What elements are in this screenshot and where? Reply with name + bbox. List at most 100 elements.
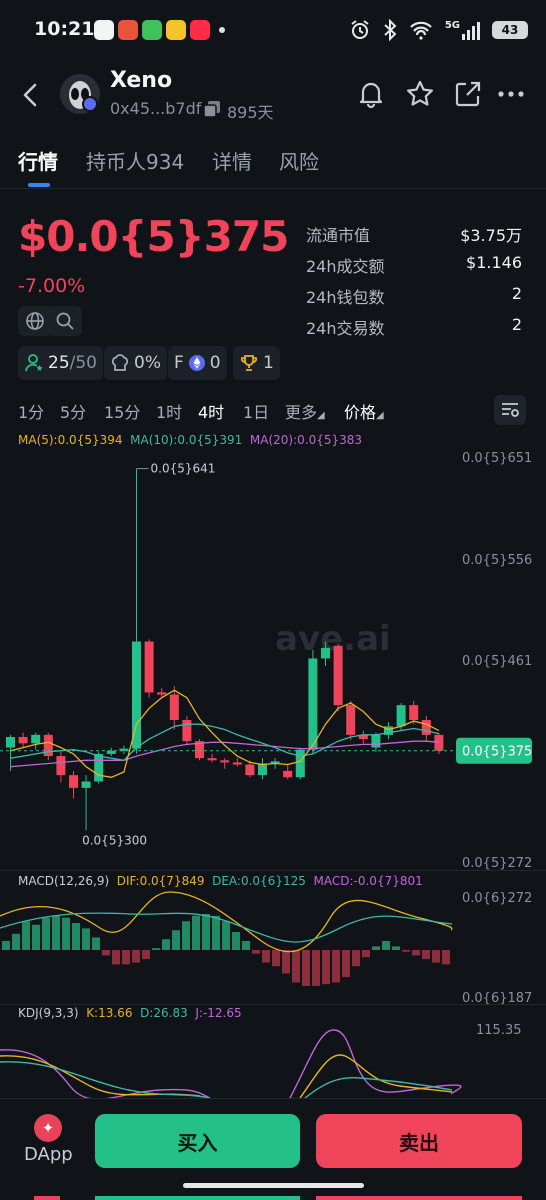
macd-bar	[212, 915, 220, 950]
website-button[interactable]	[18, 306, 52, 336]
candlestick[interactable]	[283, 764, 293, 780]
candlestick[interactable]	[308, 649, 318, 754]
candlestick[interactable]	[43, 732, 53, 761]
candlestick-chart[interactable]: ave.ai 0.0{5}651 0.0{5}556 0.0{5}461 0.0…	[0, 448, 546, 870]
network-type: 5G	[444, 20, 460, 31]
next-screen-peek	[316, 1196, 522, 1200]
kdj-d: D:26.83	[140, 1006, 188, 1020]
macd-bar	[342, 950, 350, 977]
candlestick[interactable]	[132, 468, 141, 754]
macd-bar	[132, 950, 140, 963]
macd-bar	[312, 950, 320, 986]
dapp-label[interactable]: DApp	[24, 1144, 73, 1165]
candlestick[interactable]	[295, 747, 305, 780]
more-menu-icon[interactable]	[498, 79, 524, 109]
macd-dea: DEA:0.0{6}125	[212, 874, 306, 888]
candle-body	[56, 756, 66, 776]
candlestick[interactable]	[81, 775, 91, 831]
timeframe-5m[interactable]: 5分	[60, 399, 86, 423]
candlestick[interactable]	[384, 722, 393, 740]
macd-chart: 0.0{6}272 0.0{6}187	[0, 891, 532, 1004]
search-button[interactable]	[48, 306, 82, 336]
macd-dif: DIF:0.0{7}849	[116, 874, 205, 888]
trophy-chip[interactable]: 1	[233, 346, 280, 380]
price-change: -7.00%	[18, 275, 86, 297]
macd-bar	[422, 950, 430, 959]
stat-value-volume: $1.146	[466, 253, 522, 272]
macd-title: MACD(12,26,9)	[18, 874, 110, 888]
candle-body	[132, 641, 141, 749]
tab-holders[interactable]: 持币人934	[86, 146, 184, 175]
candlestick[interactable]	[232, 758, 242, 767]
stat-value-market-cap: $3.75万	[460, 226, 522, 245]
sell-button[interactable]: 卖出	[316, 1114, 522, 1168]
tab-risk[interactable]: 风险	[279, 146, 319, 175]
buy-button[interactable]: 买入	[95, 1114, 300, 1168]
macd-bar	[112, 950, 120, 965]
timeframe-1m[interactable]: 1分	[18, 399, 44, 423]
candlestick[interactable]	[421, 715, 431, 742]
message-notification-icon	[142, 20, 162, 40]
macd-axis-bottom: 0.0{6}187	[462, 991, 532, 1004]
star-icon[interactable]	[405, 79, 435, 109]
chart-settings-button[interactable]	[494, 395, 526, 425]
candlestick[interactable]	[207, 753, 217, 763]
stat-value-wallets: 2	[511, 284, 522, 303]
candlestick[interactable]	[182, 715, 192, 746]
current-price: $0.0{5}375	[18, 212, 289, 261]
candle-body	[6, 736, 15, 748]
candlestick[interactable]	[346, 700, 356, 741]
candlestick[interactable]	[6, 734, 15, 771]
macd-bar	[152, 948, 160, 950]
back-button[interactable]	[18, 80, 44, 110]
dapp-icon[interactable]: ✦	[34, 1114, 62, 1142]
price-mode-dropdown[interactable]: 价格◢	[344, 399, 384, 423]
token-age: 895天	[227, 103, 274, 122]
tab-details[interactable]: 详情	[212, 146, 252, 175]
candle-body	[434, 734, 444, 751]
candlestick[interactable]	[69, 770, 78, 799]
timeframe-1h[interactable]: 1时	[156, 399, 182, 423]
y-tick-label: 0.0{5}272	[462, 856, 532, 870]
more-notifications-icon	[219, 27, 225, 33]
share-icon[interactable]	[453, 79, 483, 109]
token-address[interactable]: 0x45...b7df	[110, 99, 201, 118]
candlestick[interactable]	[371, 732, 381, 752]
timeframe-1d[interactable]: 1日	[243, 399, 269, 423]
candle-body	[207, 758, 217, 761]
f-chip[interactable]: F 0	[168, 346, 227, 380]
candlestick[interactable]	[358, 730, 368, 744]
holder-score-chip[interactable]: 25/50	[18, 346, 103, 380]
macd-bar	[392, 946, 400, 950]
battery-level: 43	[501, 23, 519, 37]
macd-bar	[232, 932, 240, 950]
bell-icon[interactable]	[356, 79, 386, 109]
wifi-icon	[410, 21, 432, 40]
candlestick[interactable]	[31, 732, 41, 750]
timeframe-4h[interactable]: 4时	[198, 399, 224, 423]
candlestick[interactable]	[106, 747, 116, 757]
candlestick[interactable]	[56, 751, 66, 783]
candlestick[interactable]	[119, 745, 129, 754]
candlestick[interactable]	[333, 643, 343, 712]
battery-indicator: 43	[492, 21, 528, 39]
candlestick[interactable]	[258, 758, 267, 780]
copy-icon[interactable]	[203, 100, 221, 118]
divider	[0, 870, 546, 871]
ethereum-chain-icon	[82, 96, 98, 112]
timeframe-more-dropdown[interactable]: 更多◢	[285, 399, 325, 423]
candlestick[interactable]	[220, 758, 230, 769]
timeframe-more-label: 更多	[285, 403, 318, 422]
candlestick[interactable]	[18, 732, 28, 748]
macd-bar	[372, 946, 380, 950]
holder-score-total: /50	[69, 353, 97, 373]
dev-holding-chip[interactable]: 0%	[104, 346, 167, 380]
candlestick[interactable]	[195, 739, 204, 761]
trophy-icon	[240, 355, 258, 371]
macd-bar	[172, 930, 180, 950]
timeframe-15m[interactable]: 15分	[104, 399, 140, 423]
macd-bar	[22, 921, 30, 950]
tab-market[interactable]: 行情	[18, 146, 58, 175]
candlestick[interactable]	[144, 639, 154, 698]
macd-bar	[102, 950, 110, 956]
